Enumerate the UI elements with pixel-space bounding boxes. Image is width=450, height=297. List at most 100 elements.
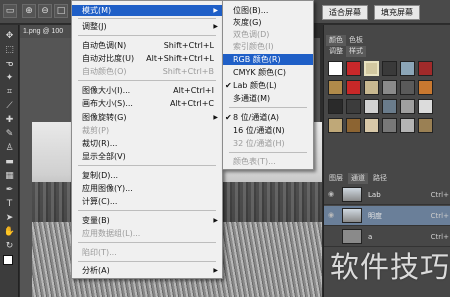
- style-swatch[interactable]: [328, 118, 343, 133]
- hand-icon[interactable]: ✋: [3, 227, 16, 238]
- lasso-icon[interactable]: ᓀ: [3, 59, 16, 70]
- style-swatch[interactable]: [346, 80, 361, 95]
- menu-item-apply-image[interactable]: 应用图像(Y)...: [72, 183, 222, 194]
- menu-shortcut: Alt+Ctrl+I: [173, 86, 214, 95]
- style-swatch[interactable]: [328, 80, 343, 95]
- style-swatch[interactable]: [328, 61, 343, 76]
- tab-styles[interactable]: 样式: [346, 46, 366, 57]
- foreground-color-swatch[interactable]: [3, 255, 13, 265]
- eraser-icon[interactable]: ▬: [3, 157, 16, 168]
- menu-item-auto-contrast[interactable]: 自动对比度(U) Alt+Shift+Ctrl+L: [72, 53, 222, 64]
- menu-item-analysis[interactable]: 分析(A) ▶: [72, 265, 222, 276]
- menu-item-label: 显示全部(V): [82, 152, 126, 161]
- menu-item-calculations[interactable]: 计算(C)...: [72, 196, 222, 207]
- menu-item-grayscale[interactable]: 灰度(G): [223, 17, 313, 28]
- tab-swatches[interactable]: 色板: [346, 35, 366, 46]
- menu-item-crop[interactable]: 裁剪(P): [72, 125, 222, 136]
- menu-item-label: 复制(D)...: [82, 171, 119, 180]
- style-swatch[interactable]: [364, 61, 379, 76]
- style-swatch[interactable]: [328, 99, 343, 114]
- menu-item-mode[interactable]: 模式(M) ▶: [72, 5, 222, 16]
- menu-item-variables[interactable]: 变量(B) ▶: [72, 215, 222, 226]
- channel-row-lightness[interactable]: ◉ 明度 Ctrl+: [324, 206, 450, 226]
- style-swatch[interactable]: [418, 61, 433, 76]
- menu-item-rgb-color[interactable]: RGB 颜色(R): [223, 54, 313, 65]
- visibility-eye-icon[interactable]: ◉: [328, 212, 337, 219]
- zoom-resize-icon[interactable]: □: [54, 4, 68, 18]
- menu-item-lab-color[interactable]: ✔ Lab 颜色(L): [223, 80, 313, 91]
- menu-item-color-table[interactable]: 颜色表(T)...: [223, 156, 313, 167]
- eyedropper-icon[interactable]: ⟋: [3, 101, 16, 112]
- menu-item-label: 计算(C)...: [82, 197, 118, 206]
- style-swatch[interactable]: [346, 61, 361, 76]
- style-swatch[interactable]: [364, 118, 379, 133]
- marquee-icon[interactable]: ⬚: [3, 45, 16, 56]
- gradient-icon[interactable]: ▦: [3, 171, 16, 182]
- healing-brush-icon[interactable]: ✚: [3, 115, 16, 126]
- path-select-icon[interactable]: ➤: [3, 213, 16, 224]
- menu-item-indexed-color[interactable]: 索引颜色(I): [223, 41, 313, 52]
- style-swatch[interactable]: [364, 80, 379, 95]
- menu-item-trap[interactable]: 陷印(T)...: [72, 247, 222, 258]
- pen-icon[interactable]: ✒: [3, 185, 16, 196]
- clone-stamp-icon[interactable]: ♙: [3, 143, 16, 154]
- tab-paths[interactable]: 路径: [370, 173, 390, 184]
- style-swatch[interactable]: [382, 61, 397, 76]
- tab-channels[interactable]: 通道: [348, 173, 368, 184]
- style-swatch[interactable]: [382, 118, 397, 133]
- style-swatch[interactable]: [418, 80, 433, 95]
- menu-item-image-rotation[interactable]: 图像旋转(G) ▶: [72, 112, 222, 123]
- tab-layers[interactable]: 图层: [326, 173, 346, 184]
- fit-screen-button[interactable]: 适合屏幕: [322, 5, 368, 20]
- menu-item-label: 多通道(M): [233, 94, 271, 103]
- menu-item-cmyk-color[interactable]: CMYK 颜色(C): [223, 67, 313, 78]
- menu-item-bitmap[interactable]: 位图(B)...: [223, 5, 313, 16]
- channel-name: Lab: [368, 191, 381, 199]
- menu-item-trim[interactable]: 裁切(R)...: [72, 138, 222, 149]
- color-swap-icon[interactable]: ↻: [3, 241, 16, 252]
- menu-item-16-bit[interactable]: 16 位/通道(N): [223, 125, 313, 136]
- style-swatch[interactable]: [400, 61, 415, 76]
- menu-item-label: 自动色调(N): [82, 41, 127, 50]
- menu-item-label: 16 位/通道(N): [233, 126, 285, 135]
- style-swatch[interactable]: [382, 80, 397, 95]
- style-swatch[interactable]: [346, 99, 361, 114]
- zoom-in-icon[interactable]: ⊕: [22, 4, 36, 18]
- menu-item-adjustments[interactable]: 调整(J) ▶: [72, 21, 222, 32]
- style-swatch[interactable]: [400, 118, 415, 133]
- style-swatch[interactable]: [400, 99, 415, 114]
- menu-item-32-bit[interactable]: 32 位/通道(H): [223, 138, 313, 149]
- menu-item-reveal-all[interactable]: 显示全部(V): [72, 151, 222, 162]
- visibility-eye-icon[interactable]: [328, 233, 337, 240]
- menu-item-label: 32 位/通道(H): [233, 139, 285, 148]
- style-swatch[interactable]: [418, 118, 433, 133]
- style-swatch[interactable]: [382, 99, 397, 114]
- style-swatch[interactable]: [400, 80, 415, 95]
- style-swatch[interactable]: [364, 99, 379, 114]
- style-swatch[interactable]: [346, 118, 361, 133]
- menu-item-duotone[interactable]: 双色调(D): [223, 29, 313, 40]
- menu-item-8-bit[interactable]: ✔ 8 位/通道(A): [223, 112, 313, 123]
- crop-icon[interactable]: ⌗: [3, 87, 16, 98]
- menu-separator: [78, 210, 216, 211]
- channel-row-lab[interactable]: ◉ Lab Ctrl+: [324, 185, 450, 205]
- menu-item-duplicate[interactable]: 复制(D)...: [72, 170, 222, 181]
- type-icon[interactable]: T: [3, 199, 16, 210]
- move-tool-icon[interactable]: ▭: [3, 4, 17, 18]
- magic-wand-icon[interactable]: ✦: [3, 73, 16, 84]
- tab-adjustments[interactable]: 调整: [326, 46, 346, 57]
- tab-color[interactable]: 颜色: [326, 35, 346, 46]
- menu-item-label: 自动对比度(U): [82, 54, 135, 63]
- menu-item-canvas-size[interactable]: 画布大小(S)... Alt+Ctrl+C: [72, 98, 222, 109]
- menu-item-image-size[interactable]: 图像大小(I)... Alt+Ctrl+I: [72, 85, 222, 96]
- fill-screen-button[interactable]: 填充屏幕: [374, 5, 420, 20]
- brush-icon[interactable]: ✎: [3, 129, 16, 140]
- menu-item-apply-data-set[interactable]: 应用数据组(L)...: [72, 228, 222, 239]
- style-swatch[interactable]: [418, 99, 433, 114]
- menu-item-auto-tone[interactable]: 自动色调(N) Shift+Ctrl+L: [72, 40, 222, 51]
- menu-item-multichannel[interactable]: 多通道(M): [223, 93, 313, 104]
- zoom-out-icon[interactable]: ⊖: [38, 4, 52, 18]
- menu-item-auto-color[interactable]: 自动颜色(O) Shift+Ctrl+B: [72, 66, 222, 77]
- move-icon[interactable]: ✥: [3, 31, 16, 42]
- visibility-eye-icon[interactable]: ◉: [328, 191, 337, 198]
